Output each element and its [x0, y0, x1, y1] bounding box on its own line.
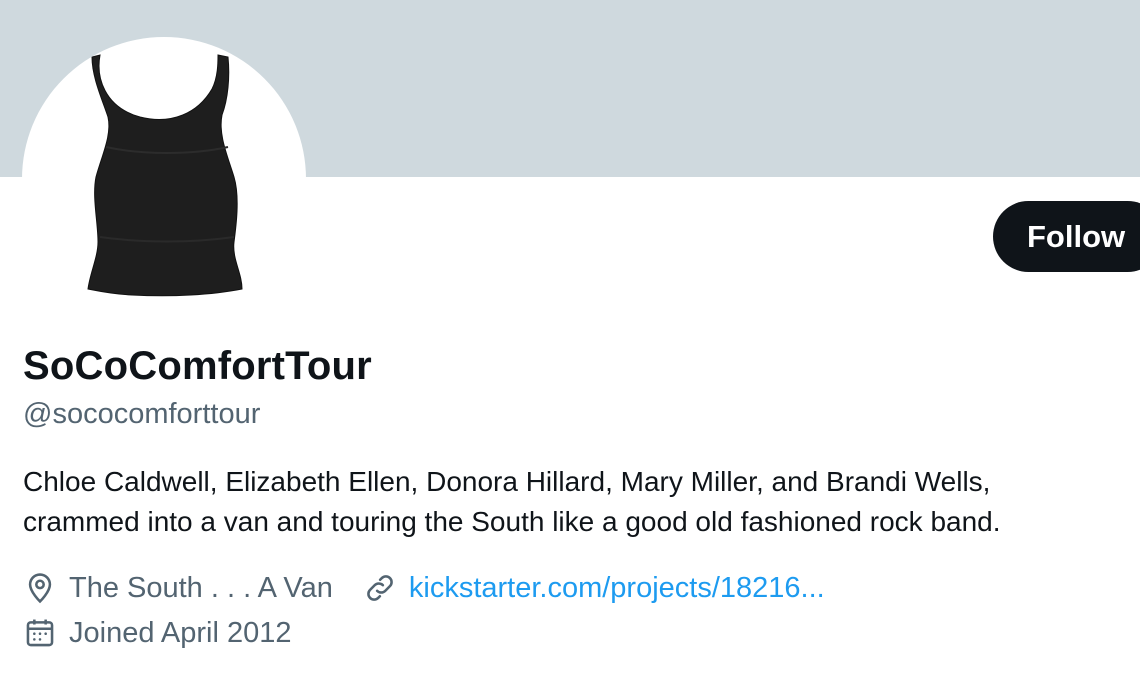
calendar-icon [23, 616, 57, 650]
avatar[interactable] [22, 37, 306, 321]
website-item[interactable]: kickstarter.com/projects/18216... [363, 571, 825, 605]
bio-line: Chloe Caldwell, Elizabeth Ellen, Donora … [23, 466, 991, 497]
joined-item: Joined April 2012 [23, 616, 292, 650]
location-text: The South . . . A Van [69, 571, 333, 604]
profile-page: Follow SoCoComfortTour @sococomforttour … [0, 0, 1140, 676]
profile-meta-row: Joined April 2012 [23, 613, 292, 653]
location-item: The South . . . A Van [23, 571, 333, 605]
bio: Chloe Caldwell, Elizabeth Ellen, Donora … [23, 462, 1123, 542]
display-name: SoCoComfortTour [23, 344, 372, 388]
profile-meta-row: The South . . . A Van kickstarter.com/pr… [23, 568, 825, 608]
website-link[interactable]: kickstarter.com/projects/18216... [409, 572, 825, 605]
joined-date: Joined April 2012 [69, 616, 292, 649]
handle: @sococomforttour [23, 398, 261, 430]
link-icon [363, 571, 397, 605]
bio-line: crammed into a van and touring the South… [23, 506, 1001, 537]
follow-button[interactable]: Follow [993, 201, 1140, 272]
tank-top-image [87, 54, 243, 297]
location-pin-icon [23, 571, 57, 605]
